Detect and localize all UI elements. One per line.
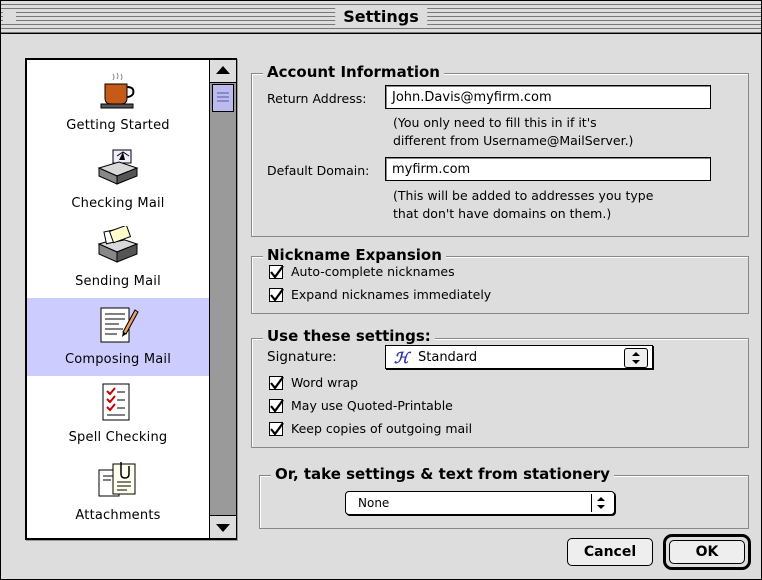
sidebar-item-spell-checking[interactable]: Spell Checking — [27, 376, 209, 454]
coffee-cup-icon — [100, 72, 135, 109]
updown-arrows-icon — [632, 352, 640, 364]
default-domain-field[interactable]: myfirm.com — [385, 157, 711, 181]
checkmark-icon — [270, 265, 284, 279]
word-wrap-label[interactable]: Word wrap — [291, 375, 358, 390]
quoted-printable-label[interactable]: May use Quoted-Printable — [291, 398, 453, 413]
keep-copies-label[interactable]: Keep copies of outgoing mail — [291, 421, 472, 436]
return-address-note-2: different from Username@MailServer.) — [393, 133, 634, 148]
svg-text:ℋ: ℋ — [394, 349, 412, 367]
sidebar-item-label: Getting Started — [66, 118, 170, 133]
outbox-tray-icon — [97, 226, 139, 263]
scroll-down-button[interactable] — [210, 515, 236, 538]
inbox-tray-icon — [97, 149, 139, 185]
default-domain-label: Default Domain: — [267, 163, 370, 178]
return-address-label: Return Address: — [267, 91, 367, 106]
attachment-document-icon — [98, 462, 136, 497]
ok-button[interactable]: OK — [669, 540, 745, 564]
return-address-note-1: (You only need to fill this in if it's — [393, 115, 597, 130]
word-wrap-checkbox[interactable] — [269, 376, 284, 390]
account-information-heading: Account Information — [263, 63, 444, 81]
sidebar-item-attachments[interactable]: Attachments — [27, 454, 209, 532]
arrow-down-icon — [216, 524, 230, 532]
checkmark-icon — [270, 422, 284, 436]
sidebar-item-composing-mail[interactable]: Composing Mail — [27, 298, 209, 376]
checkmark-icon — [270, 399, 284, 413]
scroll-thumb[interactable] — [212, 84, 234, 112]
signature-icon: ℋ — [394, 349, 412, 367]
window-title: Settings — [335, 7, 427, 27]
vertical-scrollbar[interactable] — [209, 60, 236, 538]
arrow-up-icon — [216, 66, 230, 74]
close-box[interactable] — [3, 9, 16, 22]
sidebar-item-getting-started[interactable]: Getting Started — [27, 64, 209, 142]
nickname-expansion-heading: Nickname Expansion — [263, 246, 446, 264]
popup-arrows — [591, 494, 610, 512]
sidebar-item-label: Sending Mail — [75, 274, 161, 289]
popup-arrows — [624, 348, 648, 368]
scroll-up-button[interactable] — [210, 60, 236, 83]
compose-document-icon — [100, 307, 139, 343]
checkmark-icon — [270, 288, 284, 302]
sidebar-item-label: Composing Mail — [64, 352, 172, 367]
spell-check-document-icon — [102, 383, 130, 421]
sidebar-item-label: Spell Checking — [68, 430, 168, 445]
expand-nicknames-checkbox[interactable] — [269, 288, 284, 302]
quoted-printable-checkbox[interactable] — [269, 399, 284, 413]
sidebar-item-label: Attachments — [75, 508, 161, 523]
settings-window: Settings Getting Started Checking Mail S… — [0, 0, 762, 580]
grip-icon — [217, 92, 229, 102]
cancel-button[interactable]: Cancel — [567, 538, 653, 566]
signature-popup[interactable]: ℋ Standard — [385, 345, 653, 369]
auto-complete-label[interactable]: Auto-complete nicknames — [291, 264, 455, 279]
use-these-settings-heading: Use these settings: — [263, 327, 435, 345]
return-address-field[interactable]: John.Davis@myfirm.com — [385, 85, 711, 109]
default-domain-note-1: (This will be added to addresses you typ… — [393, 188, 654, 203]
signature-value: Standard — [418, 350, 478, 365]
keep-copies-checkbox[interactable] — [269, 422, 284, 436]
stationery-value: None — [358, 496, 390, 510]
signature-label: Signature: — [267, 349, 337, 365]
sidebar-item-label: Checking Mail — [71, 196, 165, 211]
stationery-heading: Or, take settings & text from stationery — [271, 465, 614, 483]
expand-nicknames-label[interactable]: Expand nicknames immediately — [291, 287, 491, 302]
auto-complete-checkbox[interactable] — [269, 265, 284, 279]
category-list: Getting Started Checking Mail Sending Ma… — [25, 58, 237, 540]
stationery-popup[interactable]: None — [345, 491, 615, 515]
title-bar[interactable]: Settings — [1, 1, 761, 34]
default-domain-note-2: that don't have domains on them.) — [393, 206, 612, 221]
sidebar-item-checking-mail[interactable]: Checking Mail — [27, 142, 209, 220]
sidebar-item-sending-mail[interactable]: Sending Mail — [27, 220, 209, 298]
updown-arrows-icon — [597, 497, 605, 509]
checkmark-icon — [270, 376, 284, 390]
